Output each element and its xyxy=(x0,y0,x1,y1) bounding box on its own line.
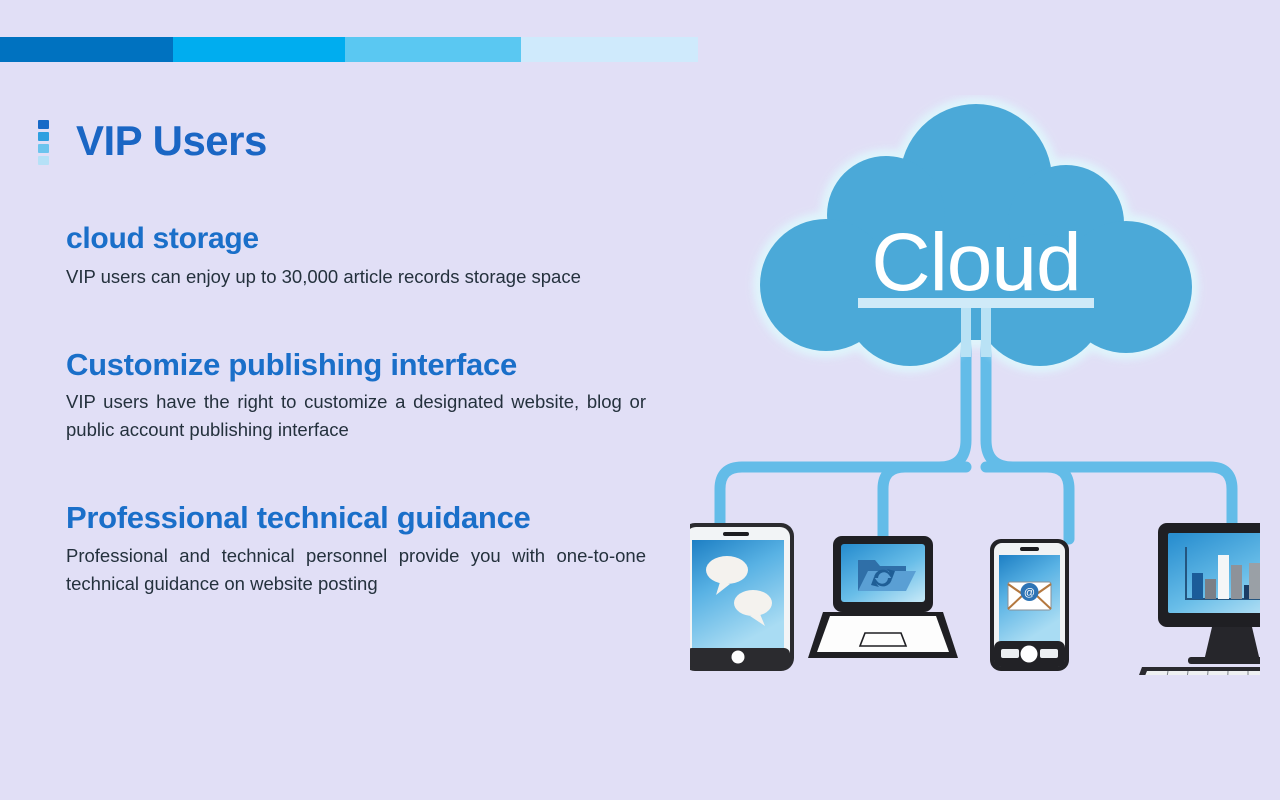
feature-body: Professional and technical personnel pro… xyxy=(66,545,646,595)
feature-heading: Professional technical guidance xyxy=(66,500,531,536)
cloud-underline xyxy=(858,298,1094,308)
stacked-squares-icon xyxy=(38,119,49,165)
svg-text:@: @ xyxy=(1024,587,1035,599)
email-envelope-icon: @ xyxy=(1007,581,1052,611)
cloud-label: Cloud xyxy=(871,217,1080,308)
feature-body: VIP users can enjoy up to 30,000 article… xyxy=(66,265,581,287)
device-laptop xyxy=(808,536,958,658)
cloud-network-illustration: Cloud @ xyxy=(690,95,1260,675)
feature-item-cloud-storage: cloud storage VIP users can enjoy up to … xyxy=(66,222,706,291)
device-tablet xyxy=(690,523,794,671)
progress-bar xyxy=(0,37,698,62)
page-header: VIP Users xyxy=(38,92,267,190)
feature-heading: cloud storage xyxy=(66,222,259,255)
progress-bar-segment-1 xyxy=(0,37,173,62)
feature-item-customize-publishing-interface: Customize publishing interface VIP users… xyxy=(66,347,706,445)
progress-bar-segment-4 xyxy=(521,37,698,62)
device-desktop-monitor xyxy=(1139,523,1260,675)
device-smartphone: @ xyxy=(990,539,1069,671)
feature-body: VIP users have the right to customize a … xyxy=(66,391,646,441)
progress-bar-segment-2 xyxy=(173,37,345,62)
feature-item-professional-technical-guidance: Professional technical guidance Professi… xyxy=(66,500,706,598)
page-title: VIP Users xyxy=(76,117,267,165)
progress-bar-segment-3 xyxy=(345,37,521,62)
feature-list: cloud storage VIP users can enjoy up to … xyxy=(66,222,706,598)
feature-heading: Customize publishing interface xyxy=(66,346,517,382)
keyboard xyxy=(1139,667,1260,675)
